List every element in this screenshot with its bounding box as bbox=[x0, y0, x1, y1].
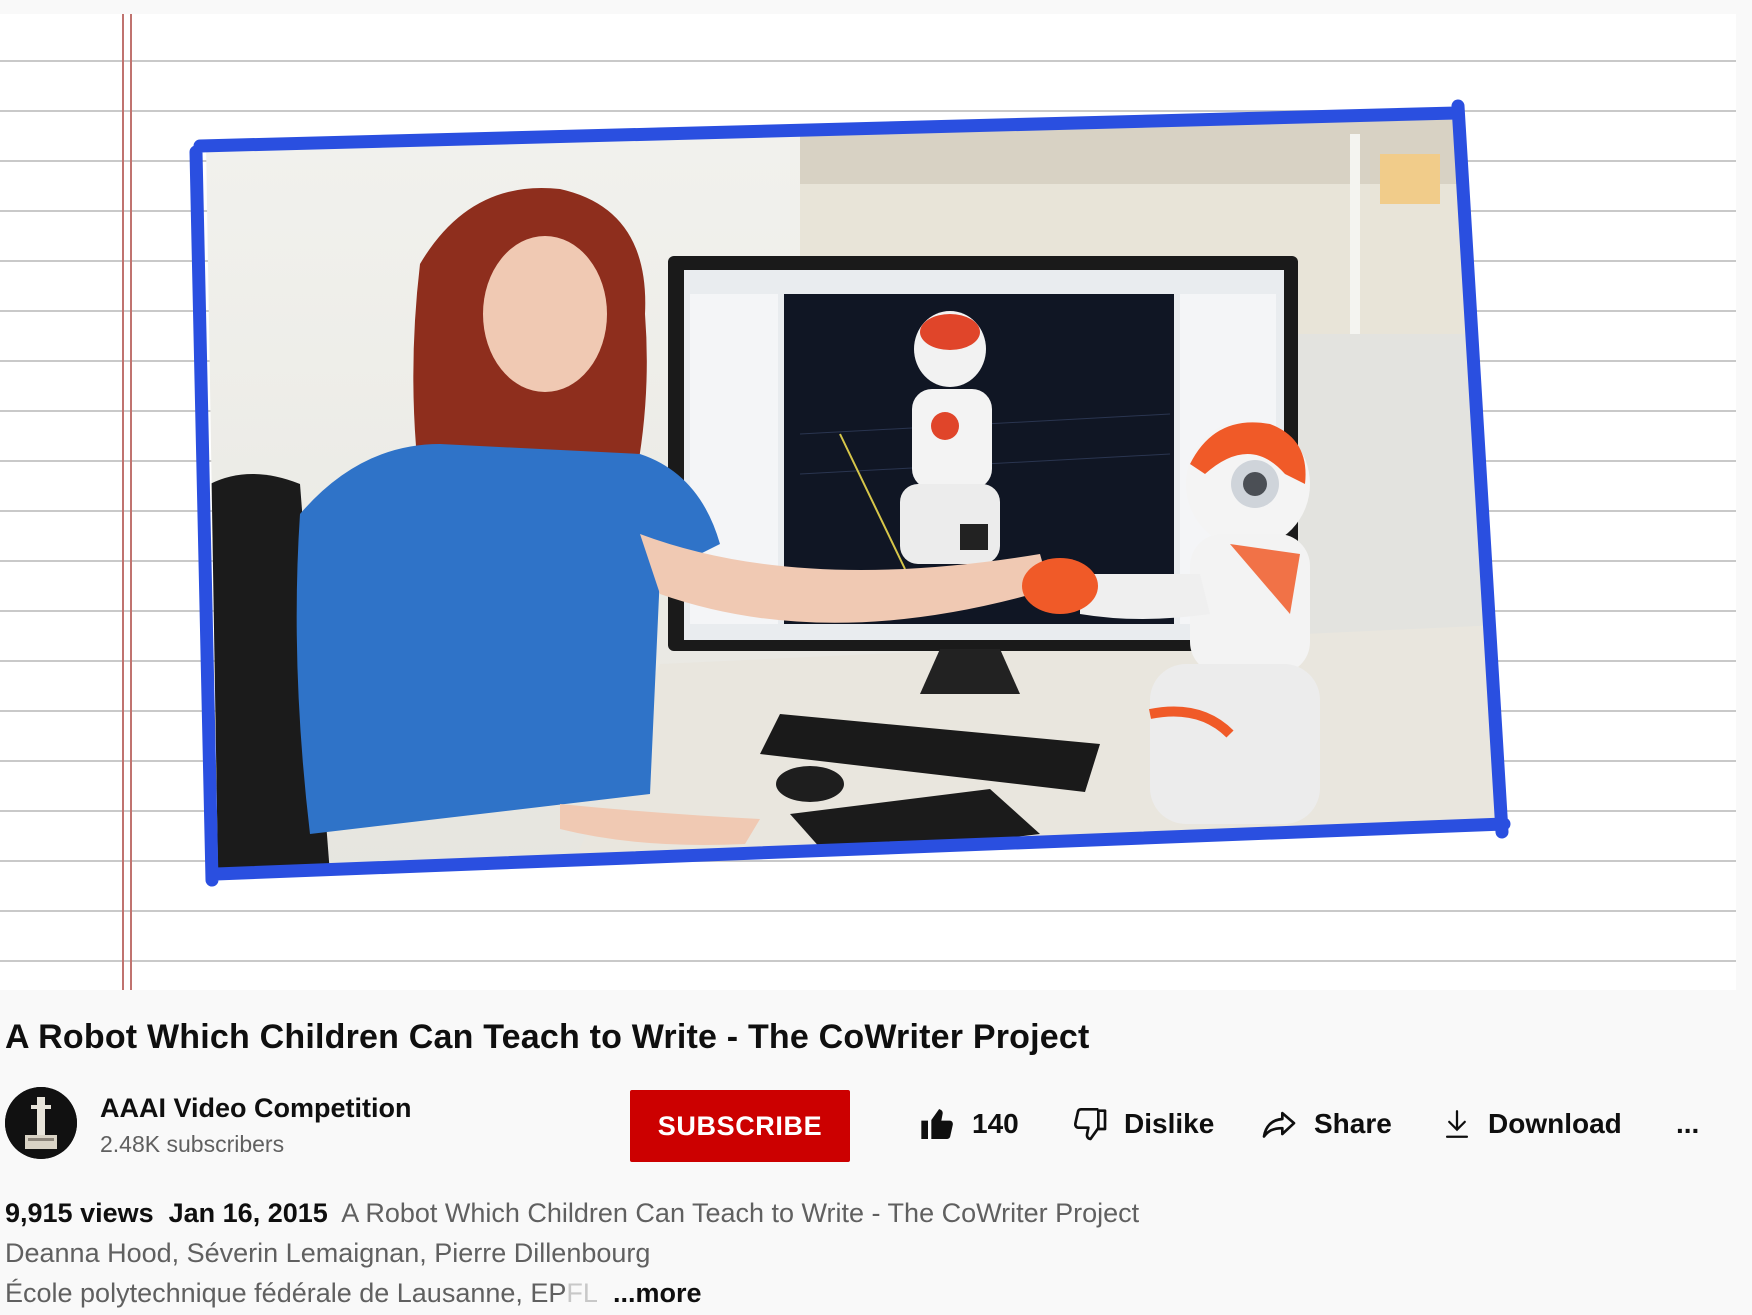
video-title: A Robot Which Children Can Teach to Writ… bbox=[5, 1018, 1090, 1056]
show-more-link[interactable]: ...more bbox=[613, 1278, 702, 1308]
thumbs-down-icon bbox=[1073, 1108, 1107, 1141]
video-still-image bbox=[206, 110, 1502, 872]
view-count: 9,915 views bbox=[5, 1198, 154, 1228]
description-line-1: 9,915 views Jan 16, 2015 A Robot Which C… bbox=[5, 1193, 1139, 1233]
more-actions-button[interactable]: ... bbox=[1676, 1099, 1699, 1149]
subscribe-button[interactable]: SUBSCRIBE bbox=[630, 1090, 850, 1162]
like-count: 140 bbox=[972, 1108, 1019, 1139]
video-frame-illustration bbox=[189, 99, 1511, 887]
share-icon bbox=[1262, 1111, 1296, 1138]
more-actions-icon: ... bbox=[1676, 1108, 1700, 1139]
video-player[interactable] bbox=[0, 14, 1736, 990]
dislike-label: Dislike bbox=[1124, 1108, 1215, 1139]
download-button[interactable]: Download bbox=[1440, 1099, 1622, 1149]
description-text-3: École polytechnique fédérale de Lausanne… bbox=[5, 1278, 567, 1308]
download-label: Download bbox=[1488, 1108, 1622, 1139]
channel-actions-row: AAAI Video Competition 2.48K subscribers… bbox=[0, 1087, 1752, 1167]
share-label: Share bbox=[1314, 1108, 1392, 1139]
subscriber-count: 2.48K subscribers bbox=[100, 1131, 285, 1157]
channel-avatar[interactable] bbox=[5, 1087, 77, 1159]
description-text-1: A Robot Which Children Can Teach to Writ… bbox=[341, 1198, 1140, 1228]
description-line-3: École polytechnique fédérale de Lausanne… bbox=[5, 1273, 1139, 1313]
share-button[interactable]: Share bbox=[1258, 1099, 1392, 1149]
dislike-button[interactable]: Dislike bbox=[1070, 1099, 1214, 1149]
description-box[interactable]: 9,915 views Jan 16, 2015 A Robot Which C… bbox=[5, 1193, 1139, 1313]
upload-date: Jan 16, 2015 bbox=[168, 1198, 328, 1228]
download-icon bbox=[1445, 1110, 1469, 1138]
description-text-3-fade: FL bbox=[566, 1278, 598, 1308]
channel-name[interactable]: AAAI Video Competition bbox=[100, 1093, 412, 1124]
description-line-2: Deanna Hood, Séverin Lemaignan, Pierre D… bbox=[5, 1238, 651, 1268]
thumbs-up-icon bbox=[921, 1109, 953, 1139]
like-button[interactable]: 140 bbox=[918, 1099, 1019, 1149]
channel-logo-icon bbox=[5, 1087, 77, 1159]
